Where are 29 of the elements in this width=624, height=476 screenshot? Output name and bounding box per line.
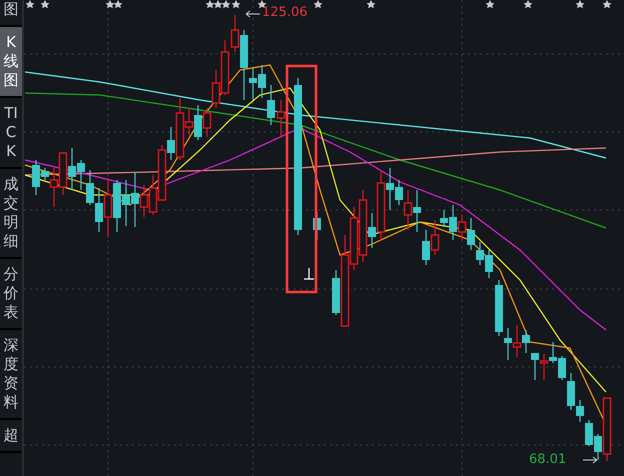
star-icon (26, 0, 34, 8)
star-icon (232, 0, 240, 8)
candlestick (58, 152, 68, 195)
arrow-left-icon (246, 10, 260, 18)
sidebar-tab[interactable]: K线图 (0, 27, 22, 98)
star-icon (106, 0, 114, 8)
high-price-label: 125.06 (262, 5, 308, 20)
star-icon (40, 0, 50, 8)
candlestick (104, 178, 112, 237)
marker-icon (303, 267, 315, 280)
star-icon (524, 0, 532, 8)
candlestick (148, 175, 158, 215)
candlestick (276, 100, 286, 138)
star-icon (222, 0, 230, 8)
star-icon (366, 0, 376, 8)
star-icon (602, 0, 612, 8)
candlestick (540, 354, 548, 380)
arrow-right-icon (582, 456, 598, 464)
star-icon (486, 0, 494, 8)
star-icon (214, 0, 222, 8)
star-icon (314, 0, 322, 8)
star-icon (114, 0, 122, 8)
candlestick (458, 215, 466, 240)
candlestick (512, 325, 522, 357)
low-price-label: 68.01 (529, 452, 566, 467)
star-icon (576, 0, 584, 8)
star-icon (206, 0, 214, 8)
sidebar-tab[interactable]: 图 (0, 0, 22, 27)
candlestick (202, 108, 212, 137)
